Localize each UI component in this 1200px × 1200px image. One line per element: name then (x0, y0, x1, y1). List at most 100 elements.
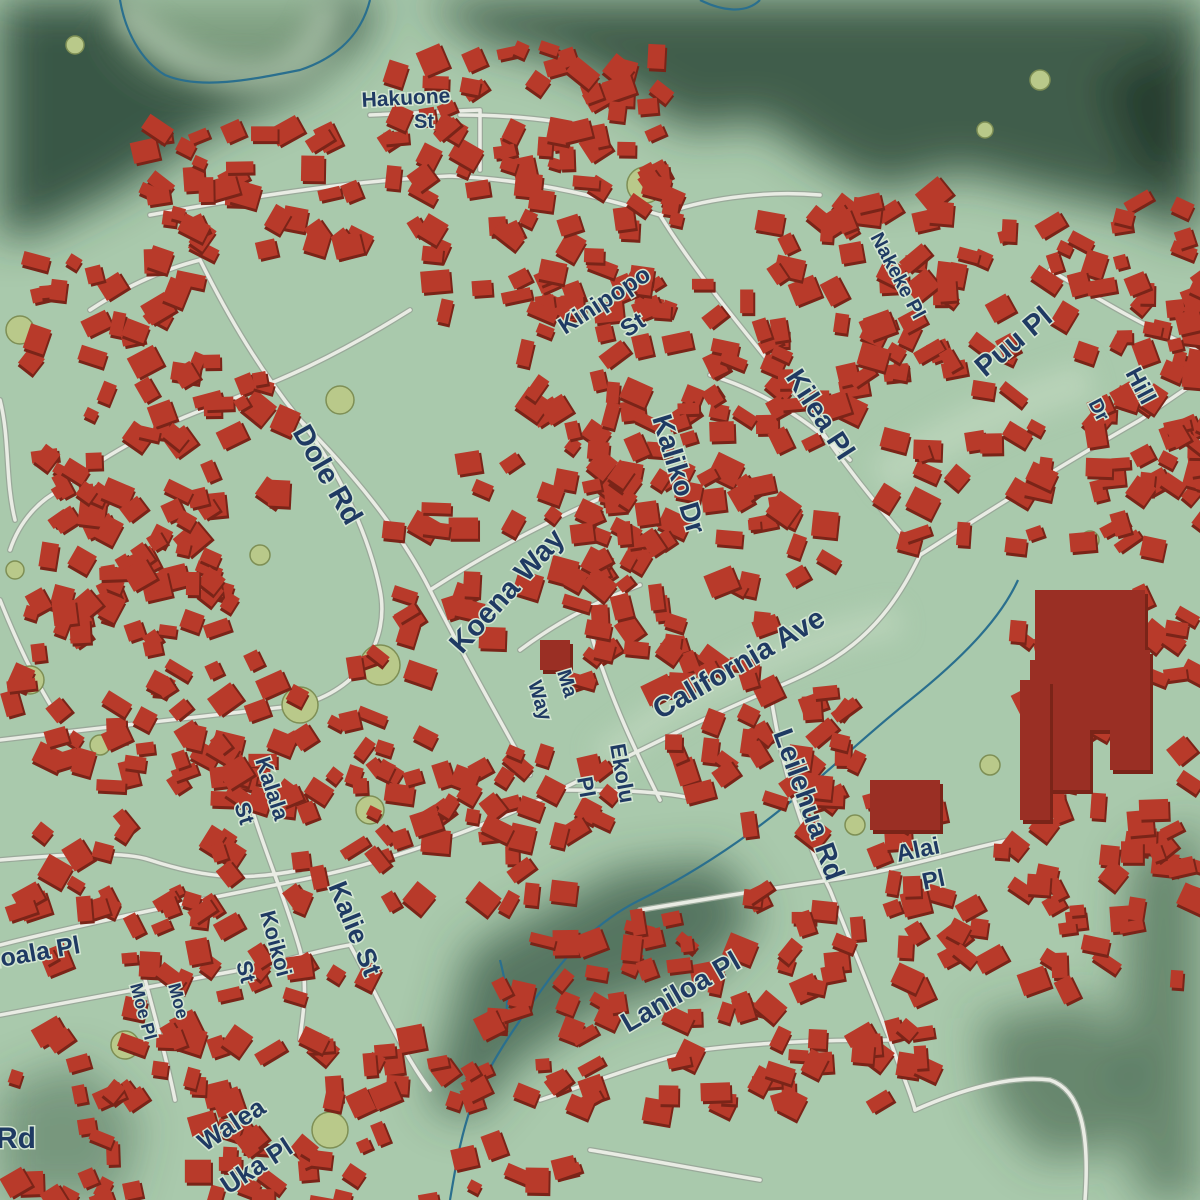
building (1089, 792, 1108, 823)
building (471, 279, 495, 299)
building (634, 500, 662, 529)
building (1004, 536, 1029, 558)
building (549, 879, 580, 908)
building (395, 1023, 429, 1056)
building (30, 642, 49, 665)
building (362, 1052, 380, 1080)
building (700, 1082, 733, 1105)
large-building (1020, 680, 1053, 824)
tree-canopy (976, 121, 994, 139)
building (812, 684, 841, 702)
tree-canopy (1029, 69, 1051, 91)
building (1111, 457, 1133, 472)
building (559, 146, 577, 173)
large-building (1110, 690, 1153, 774)
label-hakuone: Hakuone (361, 84, 451, 112)
building (203, 354, 223, 372)
building (647, 43, 668, 73)
tree-canopy (311, 1111, 349, 1149)
building (979, 433, 1005, 457)
map-svg: Hakuone St Kinipopo St Nakeke Pl Puu Pl … (0, 0, 1200, 1200)
building (937, 278, 960, 305)
building (691, 278, 716, 293)
building (523, 882, 542, 910)
building (300, 155, 327, 185)
building (421, 502, 454, 517)
building (1181, 361, 1200, 392)
building (623, 640, 651, 660)
building (637, 97, 661, 118)
building (956, 521, 973, 550)
building (454, 450, 485, 478)
building (309, 1149, 335, 1172)
tree-canopy (249, 544, 271, 566)
map-canvas[interactable]: Hakuone St Kinipopo St Nakeke Pl Puu Pl … (0, 0, 1200, 1200)
building (1008, 619, 1029, 646)
building (464, 179, 493, 202)
building (1138, 798, 1171, 823)
building (96, 779, 128, 796)
building (838, 241, 867, 267)
building (151, 1060, 171, 1081)
building (198, 177, 216, 206)
large-building (870, 780, 943, 834)
building (448, 517, 481, 542)
building (49, 278, 70, 305)
building (420, 269, 454, 296)
building (145, 186, 174, 209)
building (225, 161, 256, 176)
building (658, 1085, 681, 1108)
building (572, 175, 602, 192)
label-hakuone-st: St (414, 111, 434, 133)
building (383, 130, 412, 148)
building (569, 522, 597, 547)
building (462, 571, 483, 601)
building (1001, 219, 1019, 246)
tree-canopy (5, 560, 25, 580)
building (969, 917, 991, 941)
building (583, 248, 606, 266)
building (833, 312, 851, 337)
label-rd-edge: Rd (0, 1122, 36, 1155)
building (527, 188, 557, 215)
building (421, 245, 446, 266)
tree-canopy (844, 814, 866, 836)
building (715, 529, 745, 550)
building (677, 402, 702, 418)
building (204, 396, 236, 414)
building (664, 734, 685, 754)
building (267, 479, 293, 510)
building (185, 571, 202, 599)
building (1083, 420, 1110, 451)
building (993, 843, 1011, 862)
building (970, 379, 998, 403)
building (384, 165, 404, 193)
building (184, 1159, 213, 1186)
building (1121, 841, 1145, 866)
building (75, 895, 95, 925)
building (158, 624, 179, 640)
building (709, 421, 737, 445)
building (607, 101, 628, 126)
building (464, 808, 482, 827)
building (652, 302, 674, 322)
building (617, 141, 638, 159)
building (807, 1028, 829, 1053)
building (123, 754, 149, 775)
building (616, 521, 635, 549)
building (740, 289, 756, 317)
building (1085, 457, 1115, 481)
building (810, 509, 841, 542)
building (251, 126, 280, 145)
building (1169, 969, 1186, 992)
building (381, 520, 407, 544)
tree-canopy (979, 754, 1001, 776)
label-ekolu-pl: Pl (572, 775, 600, 800)
building (1026, 873, 1053, 899)
building (850, 1042, 877, 1068)
building (85, 452, 105, 472)
building (620, 934, 644, 966)
building (913, 1045, 930, 1072)
building (927, 200, 956, 228)
building (902, 875, 924, 900)
